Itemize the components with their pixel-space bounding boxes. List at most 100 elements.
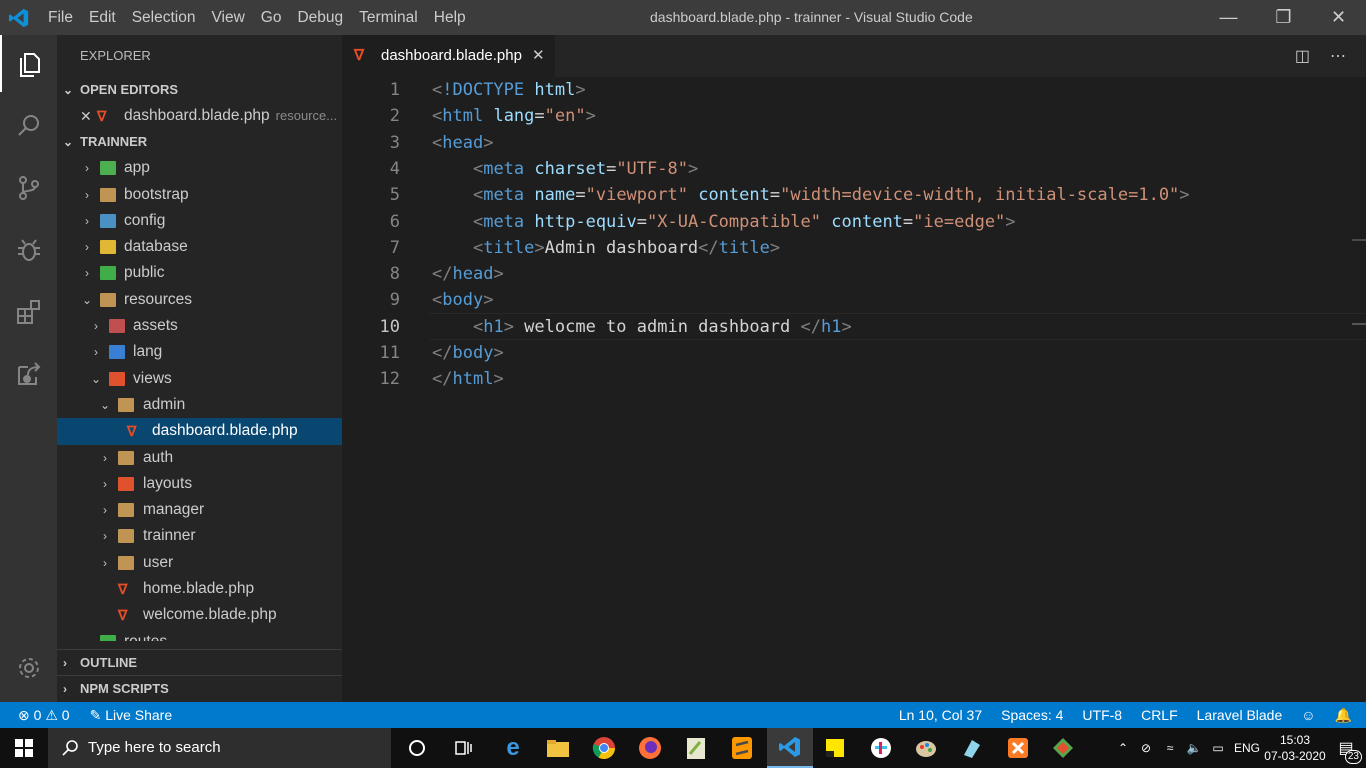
code-editor[interactable]: 1 <!DOCTYPE html> 2 <html lang="en"> 3 <…: [342, 77, 1366, 702]
tree-folder-user[interactable]: › user: [57, 550, 342, 576]
code-line: 8 </head>: [389, 264, 504, 285]
taskbar-sticky-notes[interactable]: [812, 728, 858, 768]
project-section[interactable]: ⌄ TRAINNER: [57, 129, 342, 155]
system-tray: ⌃ ⊘ ≈ 🔈 ▭ ENG 15:03 07-03-2020 ▤ 23: [1112, 728, 1366, 768]
outline-section[interactable]: › OUTLINE: [57, 649, 342, 676]
chevron-right-icon: ›: [94, 345, 98, 360]
tree-folder-manager[interactable]: › manager: [57, 497, 342, 523]
problems-status[interactable]: ⊗ 0 ⚠ 0: [18, 702, 70, 728]
folder-icon: [100, 187, 116, 202]
menu-file[interactable]: File: [40, 0, 81, 35]
cortana-button[interactable]: [394, 728, 440, 768]
menu-debug[interactable]: Debug: [289, 0, 351, 35]
taskbar-edge[interactable]: e: [490, 728, 536, 768]
open-editors-section[interactable]: ⌄ OPEN EDITORS: [57, 77, 342, 103]
manage-activity-button[interactable]: [0, 639, 57, 696]
taskbar-notepadpp[interactable]: [673, 728, 719, 768]
tree-folder-admin[interactable]: ⌄ admin: [57, 392, 342, 418]
tab-dashboard[interactable]: ∇ dashboard.blade.php ✕: [342, 35, 555, 77]
indentation-status[interactable]: Spaces: 4: [1001, 702, 1063, 728]
tree-folder-database[interactable]: › database: [57, 234, 342, 260]
battery-icon[interactable]: ▭: [1206, 741, 1230, 755]
menu-go[interactable]: Go: [253, 0, 290, 35]
taskbar-firefox[interactable]: [627, 728, 673, 768]
chevron-up-icon[interactable]: ⌃: [1112, 741, 1134, 755]
more-actions-icon[interactable]: ⋯: [1330, 46, 1346, 66]
tree-folder-layouts[interactable]: › layouts: [57, 471, 342, 497]
debug-activity-button[interactable]: [0, 221, 57, 278]
clock-date: 07-03-2020: [1264, 749, 1326, 763]
volume-icon[interactable]: 🔈: [1182, 741, 1206, 755]
tree-folder-public[interactable]: › public: [57, 260, 342, 286]
chevron-right-icon: ›: [94, 319, 98, 334]
tree-folder-auth[interactable]: › auth: [57, 445, 342, 471]
tree-file-welcome[interactable]: ∇ welcome.blade.php: [57, 602, 342, 628]
vscode-logo-icon: [8, 8, 29, 28]
npm-scripts-section[interactable]: › NPM SCRIPTS: [57, 675, 342, 702]
eol-status[interactable]: CRLF: [1141, 702, 1178, 728]
clock[interactable]: 15:03 07-03-2020: [1264, 732, 1326, 764]
tree-folder-views[interactable]: ⌄ views: [57, 366, 342, 392]
taskbar-postman[interactable]: [949, 728, 995, 768]
taskbar-git[interactable]: [1040, 728, 1086, 768]
tree-folder-app[interactable]: › app: [57, 155, 342, 181]
input-language[interactable]: ENG: [1230, 741, 1264, 755]
menu-terminal[interactable]: Terminal: [351, 0, 426, 35]
encoding-status[interactable]: UTF-8: [1082, 702, 1122, 728]
tree-folder-config[interactable]: › config: [57, 208, 342, 234]
taskbar-sublime[interactable]: [719, 728, 765, 768]
taskbar-file-explorer[interactable]: [535, 728, 581, 768]
network-off-icon[interactable]: ⊘: [1134, 741, 1158, 755]
menu-view[interactable]: View: [203, 0, 252, 35]
tree-folder-lang[interactable]: › lang: [57, 339, 342, 365]
warning-icon: ⚠: [45, 707, 58, 723]
extensions-icon: [16, 299, 40, 324]
task-view-button[interactable]: [440, 728, 486, 768]
taskbar-search[interactable]: Type here to search: [48, 728, 391, 768]
open-editor-path: resource...: [275, 108, 338, 123]
live-share-status[interactable]: ✎ Live Share: [90, 702, 173, 728]
code-line: 4 <meta charset="UTF-8">: [389, 158, 699, 179]
search-activity-button[interactable]: [0, 97, 57, 154]
remote-activity-button[interactable]: [0, 345, 57, 402]
folder-icon: [118, 555, 134, 570]
extensions-activity-button[interactable]: [0, 283, 57, 340]
language-mode-status[interactable]: Laravel Blade: [1197, 702, 1283, 728]
open-editor-item[interactable]: ✕ ∇ dashboard.blade.php resource...: [57, 103, 342, 129]
source-control-activity-button[interactable]: [0, 159, 57, 216]
tree-folder-assets[interactable]: › assets: [57, 313, 342, 339]
tree-file-home[interactable]: ∇ home.blade.php: [57, 576, 342, 602]
wifi-icon[interactable]: ≈: [1158, 741, 1182, 755]
tree-file-dashboard[interactable]: ∇ dashboard.blade.php: [57, 418, 342, 445]
tree-folder-routes[interactable]: ⌄ routes: [57, 629, 342, 641]
taskbar-vscode[interactable]: [767, 728, 813, 768]
menu-edit[interactable]: Edit: [81, 0, 124, 35]
app-icon: [964, 740, 980, 758]
menu-selection[interactable]: Selection: [124, 0, 204, 35]
tree-folder-trainner[interactable]: › trainner: [57, 523, 342, 549]
explorer-activity-button[interactable]: [0, 35, 57, 92]
menu-help[interactable]: Help: [426, 0, 474, 35]
cortana-icon: [409, 740, 425, 756]
chevron-right-icon: ›: [103, 529, 107, 544]
close-icon[interactable]: ✕: [80, 103, 92, 129]
restore-button[interactable]: ❐: [1256, 0, 1311, 35]
taskbar-slack[interactable]: [858, 728, 904, 768]
feedback-icon[interactable]: ☺: [1301, 702, 1315, 728]
chevron-right-icon: ›: [85, 240, 89, 255]
cursor-position-status[interactable]: Ln 10, Col 37: [899, 702, 982, 728]
taskbar-chrome[interactable]: [581, 728, 627, 768]
split-editor-icon[interactable]: ◫: [1295, 46, 1310, 66]
taskbar-paint[interactable]: [903, 728, 949, 768]
tree-folder-bootstrap[interactable]: › bootstrap: [57, 182, 342, 208]
tree-folder-resources[interactable]: ⌄ resources: [57, 287, 342, 313]
taskbar-xampp[interactable]: [995, 728, 1041, 768]
close-tab-icon[interactable]: ✕: [532, 35, 545, 77]
close-window-button[interactable]: ✕: [1311, 0, 1366, 35]
minimize-button[interactable]: —: [1201, 0, 1256, 35]
action-center-button[interactable]: ▤ 23: [1326, 728, 1366, 768]
notifications-bell-icon[interactable]: 🔔: [1335, 702, 1352, 728]
start-button[interactable]: [0, 728, 48, 768]
chevron-down-icon: ⌄: [63, 135, 74, 150]
xampp-icon: [1008, 738, 1028, 758]
